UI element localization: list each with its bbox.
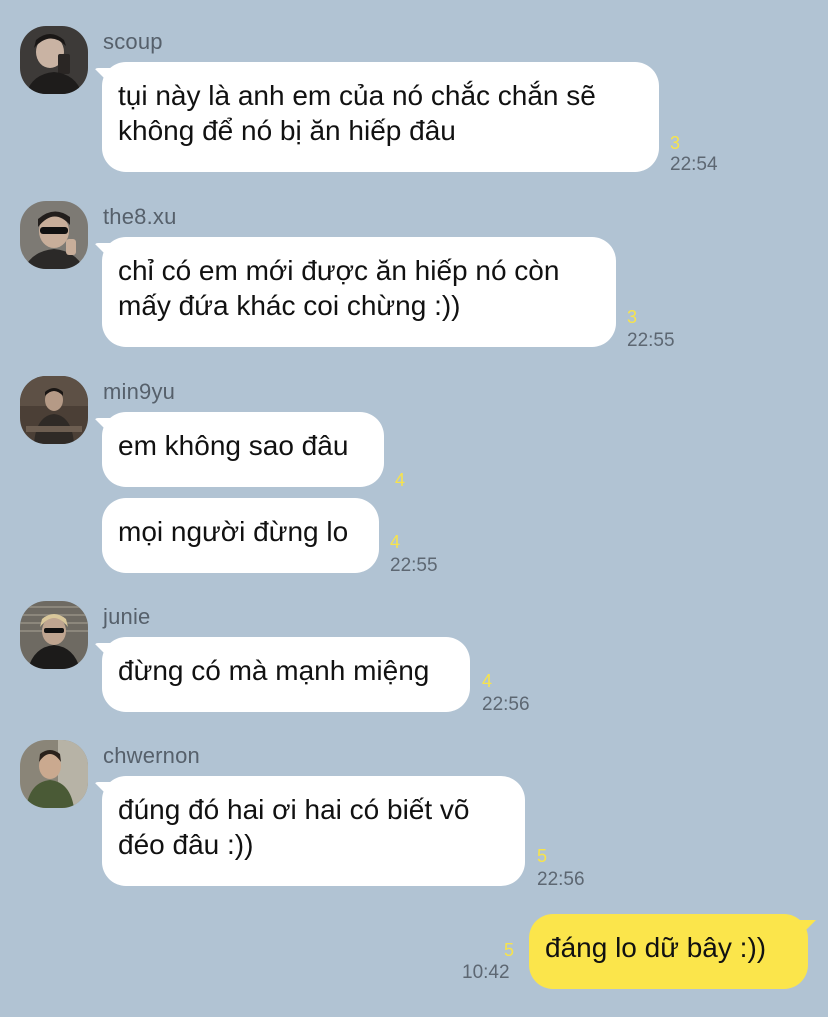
unread-count: 4 bbox=[390, 532, 401, 552]
sender-name: min9yu bbox=[103, 379, 176, 404]
unread-count: 3 bbox=[627, 307, 638, 327]
message-time: 22:56 bbox=[482, 694, 530, 715]
avatar-the8[interactable] bbox=[20, 201, 88, 269]
message-bubble[interactable]: tụi này là anh em của nó chắc chắn sẽ kh… bbox=[102, 62, 659, 172]
message-bubble[interactable]: chỉ có em mới được ăn hiếp nó còn mấy đứ… bbox=[102, 237, 616, 347]
message-bubble[interactable]: em không sao đâu bbox=[102, 412, 384, 487]
avatar-min9yu[interactable] bbox=[20, 376, 88, 444]
my-message-bubble[interactable]: đáng lo dữ bây :)) bbox=[529, 914, 808, 989]
sender-name: junie bbox=[103, 604, 151, 629]
avatar-scoup[interactable] bbox=[20, 26, 88, 94]
message-time: 22:54 bbox=[670, 154, 718, 175]
message-time: 10:42 bbox=[462, 962, 510, 983]
sender-name: the8.xu bbox=[103, 204, 177, 229]
message-time: 22:56 bbox=[537, 869, 585, 890]
message-time: 22:55 bbox=[627, 330, 675, 351]
sender-name: scoup bbox=[103, 29, 163, 54]
avatar-junie[interactable] bbox=[20, 601, 88, 669]
message-time: 22:55 bbox=[390, 555, 438, 576]
unread-count: 4 bbox=[395, 470, 406, 490]
message-bubble[interactable]: đúng đó hai ơi hai có biết võ đéo đâu :)… bbox=[102, 776, 525, 886]
unread-count: 5 bbox=[504, 940, 515, 960]
sender-name: chwernon bbox=[103, 743, 200, 768]
avatar-chwernon[interactable] bbox=[20, 740, 88, 808]
unread-count: 3 bbox=[670, 133, 681, 153]
unread-count: 5 bbox=[537, 846, 548, 866]
unread-count: 4 bbox=[482, 671, 493, 691]
message-bubble[interactable]: đừng có mà mạnh miệng bbox=[102, 637, 470, 712]
message-bubble[interactable]: mọi người đừng lo bbox=[102, 498, 379, 573]
chat-window: scoup tụi này là anh em của nó chắc chắn… bbox=[0, 0, 828, 1017]
